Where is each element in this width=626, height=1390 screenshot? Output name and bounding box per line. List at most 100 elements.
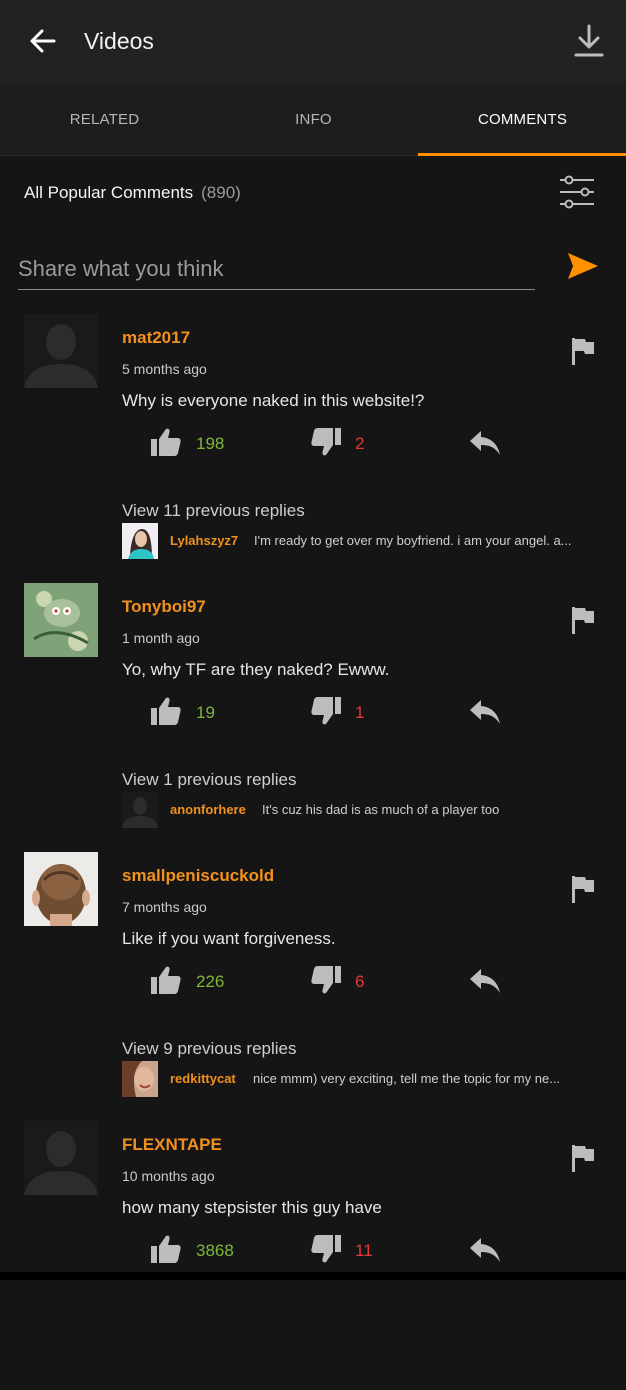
reply-preview[interactable]: Lylahszyz7 I'm ready to get over my boyf…: [122, 523, 612, 559]
send-button[interactable]: [566, 250, 600, 282]
comment-username[interactable]: FLEXNTAPE: [122, 1135, 222, 1155]
view-replies-link[interactable]: View 11 previous replies: [122, 501, 305, 521]
dislike-button[interactable]: [310, 964, 342, 996]
reply-avatar: [122, 523, 158, 559]
flag-button[interactable]: [570, 1143, 596, 1173]
comment-username[interactable]: smallpeniscuckold: [122, 866, 274, 886]
default-avatar-icon: [24, 1121, 98, 1195]
avatar-photo: [122, 1061, 158, 1097]
reply-preview[interactable]: redkittycat nice mmm) very exciting, tel…: [122, 1061, 612, 1097]
reply-icon: [470, 1238, 500, 1262]
flag-icon: [572, 876, 594, 903]
like-button[interactable]: [150, 695, 182, 727]
comment-text: Like if you want forgiveness.: [122, 929, 336, 948]
comments-header-label: All Popular Comments: [24, 183, 194, 202]
default-avatar-icon: [122, 792, 158, 828]
flag-button[interactable]: [570, 874, 596, 904]
comment-input[interactable]: [18, 248, 535, 290]
dislike-button[interactable]: [310, 1233, 342, 1265]
thumbs-up-icon: [151, 697, 181, 725]
like-button[interactable]: [150, 1233, 182, 1265]
reply-username[interactable]: redkittycat: [170, 1071, 236, 1086]
flag-icon: [572, 1145, 594, 1172]
like-count: 226: [196, 972, 225, 991]
like-count: 3868: [196, 1241, 234, 1260]
comment-text: Yo, why TF are they naked? Ewww.: [122, 660, 390, 679]
flag-button[interactable]: [570, 605, 596, 635]
reply-icon: [470, 431, 500, 455]
comment-item: mat2017 5 months ago Why is everyone nak…: [0, 314, 626, 583]
thumbs-down-icon: [311, 697, 341, 725]
comments-header: All Popular Comments (890): [24, 183, 241, 203]
app-bar: Videos: [0, 0, 626, 83]
flag-icon: [572, 607, 594, 634]
reply-button[interactable]: [468, 966, 502, 996]
back-button[interactable]: [26, 24, 60, 58]
reply-button[interactable]: [468, 428, 502, 458]
thumbs-up-icon: [151, 428, 181, 456]
send-icon: [568, 253, 598, 279]
tab-related[interactable]: RELATED: [0, 83, 209, 156]
download-button[interactable]: [572, 22, 606, 60]
dislike-count: 6: [355, 972, 365, 991]
comments-count: (890): [201, 183, 241, 202]
thumbs-down-icon: [311, 1235, 341, 1263]
sliders-icon: [560, 175, 594, 209]
page-title: Videos: [84, 28, 154, 54]
reply-preview[interactable]: anonforhere It's cuz his dad is as much …: [122, 792, 612, 828]
comment-username[interactable]: Tonyboi97: [122, 597, 206, 617]
dislike-count: 2: [355, 434, 365, 453]
default-avatar-icon: [24, 314, 98, 388]
filter-button[interactable]: [556, 172, 598, 214]
download-icon: [574, 24, 604, 57]
avatar-photo: [24, 583, 98, 657]
view-replies-link[interactable]: View 1 previous replies: [122, 770, 297, 790]
thumbs-up-icon: [151, 1235, 181, 1263]
avatar-photo: [24, 852, 98, 926]
active-tab-indicator: [418, 153, 626, 156]
reply-avatar: [122, 1061, 158, 1097]
like-button[interactable]: [150, 964, 182, 996]
thumbs-down-icon: [311, 428, 341, 456]
thumbs-up-icon: [151, 966, 181, 994]
comment-item: Tonyboi97 1 month ago Yo, why TF are the…: [0, 583, 626, 852]
dislike-button[interactable]: [310, 426, 342, 458]
tab-info[interactable]: INFO: [209, 83, 418, 156]
comment-username[interactable]: mat2017: [122, 328, 190, 348]
comment-item: smallpeniscuckold 7 months ago Like if y…: [0, 852, 626, 1121]
like-count: 19: [196, 703, 215, 722]
reply-username[interactable]: Lylahszyz7: [170, 533, 238, 548]
avatar-photo: [122, 523, 158, 559]
comment-time: 7 months ago: [122, 899, 207, 915]
thumbs-down-icon: [311, 966, 341, 994]
comment-text: how many stepsister this guy have: [122, 1198, 382, 1217]
tab-bar: RELATED INFO COMMENTS: [0, 83, 626, 156]
dislike-button[interactable]: [310, 695, 342, 727]
flag-button[interactable]: [570, 336, 596, 366]
reply-button[interactable]: [468, 697, 502, 727]
dislike-count: 1: [355, 703, 365, 722]
avatar[interactable]: [24, 852, 98, 926]
reply-icon: [470, 969, 500, 993]
arrow-left-icon: [30, 29, 56, 53]
reply-button[interactable]: [468, 1235, 502, 1265]
reply-avatar: [122, 792, 158, 828]
dislike-count: 11: [355, 1241, 373, 1260]
like-button[interactable]: [150, 426, 182, 458]
reply-text: nice mmm) very exciting, tell me the top…: [253, 1071, 561, 1086]
avatar[interactable]: [24, 583, 98, 657]
flag-icon: [572, 338, 594, 365]
comment-time: 10 months ago: [122, 1168, 215, 1184]
avatar[interactable]: [24, 314, 98, 388]
tab-comments[interactable]: COMMENTS: [418, 83, 626, 156]
bottom-edge: [0, 1272, 626, 1280]
reply-text: It's cuz his dad is as much of a player …: [262, 802, 500, 817]
view-replies-link[interactable]: View 9 previous replies: [122, 1039, 297, 1059]
comment-time: 1 month ago: [122, 630, 200, 646]
reply-icon: [470, 700, 500, 724]
reply-username[interactable]: anonforhere: [170, 802, 246, 817]
reply-text: I'm ready to get over my boyfriend. i am…: [254, 533, 572, 548]
comment-item: FLEXNTAPE 10 months ago how many stepsis…: [0, 1121, 626, 1390]
avatar[interactable]: [24, 1121, 98, 1195]
comment-time: 5 months ago: [122, 361, 207, 377]
